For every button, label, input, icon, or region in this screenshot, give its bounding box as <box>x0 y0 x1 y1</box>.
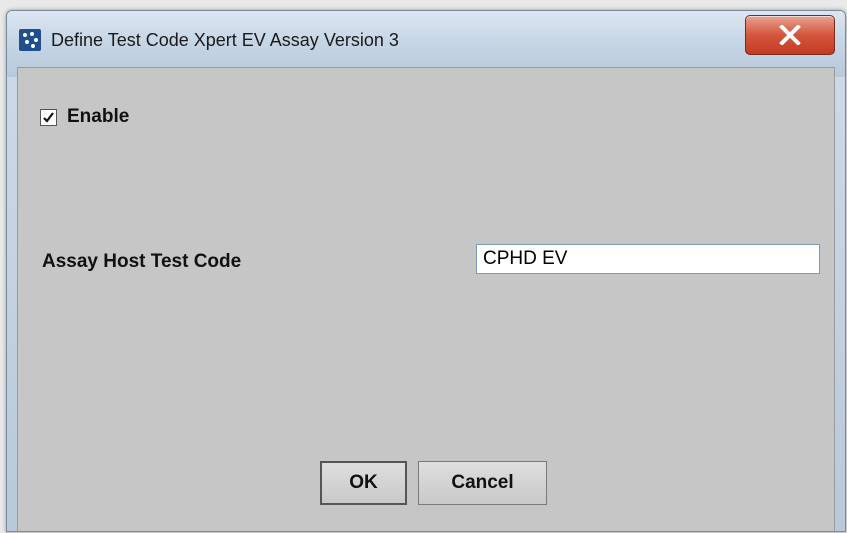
enable-checkbox[interactable] <box>40 108 57 126</box>
app-logo-icon <box>19 29 41 51</box>
host-test-code-input[interactable] <box>476 244 820 274</box>
cancel-button[interactable]: Cancel <box>418 461 547 505</box>
dialog-window: Define Test Code Xpert EV Assay Version … <box>6 10 846 532</box>
close-x-icon <box>779 25 801 45</box>
enable-checkbox-row[interactable]: Enable <box>40 106 129 128</box>
enable-label: Enable <box>67 106 130 127</box>
dialog-content: Enable Assay Host Test Code OK Cancel <box>17 67 835 531</box>
checkmark-icon <box>43 111 54 123</box>
ok-button[interactable]: OK <box>320 461 407 505</box>
window-title: Define Test Code Xpert EV Assay Version … <box>51 30 399 50</box>
host-test-code-label: Assay Host Test Code <box>42 251 242 272</box>
close-button[interactable] <box>745 15 835 55</box>
